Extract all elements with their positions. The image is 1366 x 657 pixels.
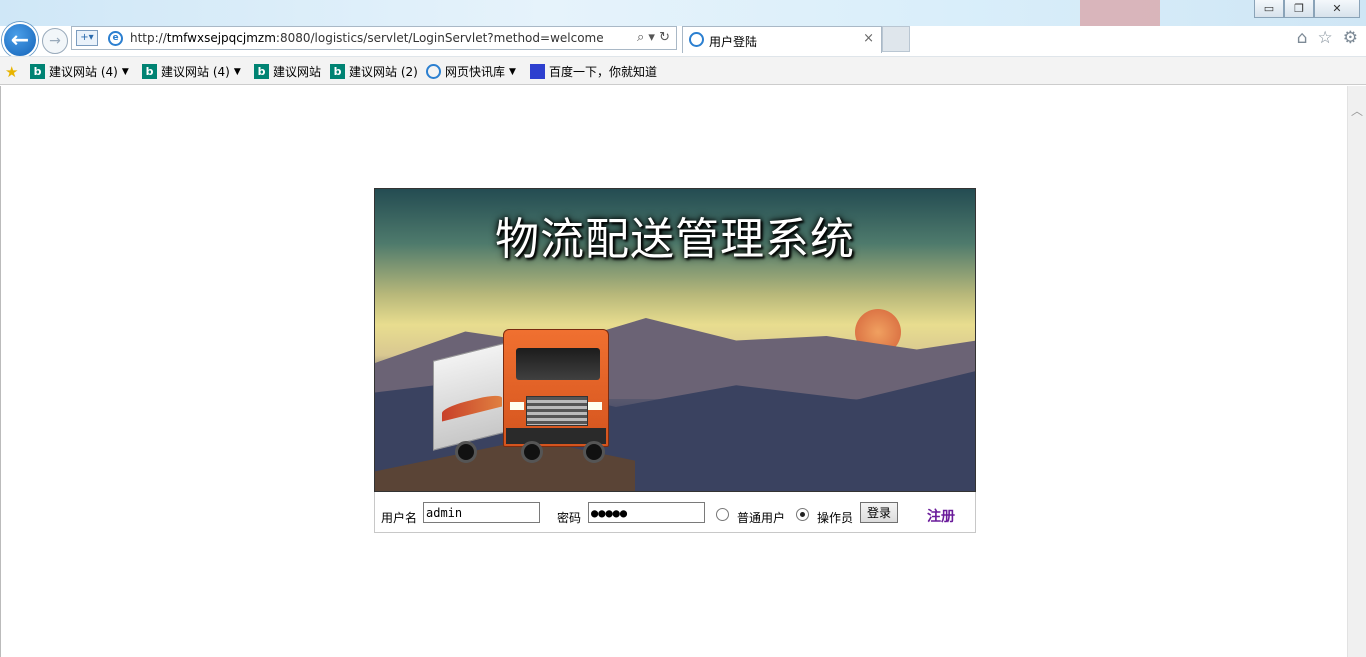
chevron-down-icon[interactable]: ▼ bbox=[122, 67, 129, 77]
banner-title: 物流配送管理系统 bbox=[495, 214, 855, 265]
vertical-scrollbar[interactable]: ︿ bbox=[1347, 86, 1366, 657]
new-tab-button[interactable] bbox=[882, 26, 910, 52]
favorite-item[interactable]: b 建议网站 (2) bbox=[330, 63, 418, 80]
favorite-item[interactable]: 网页快讯库 ▼ bbox=[426, 63, 516, 80]
chevron-down-icon[interactable]: ▾ bbox=[648, 30, 655, 45]
favorite-label: 网页快讯库 bbox=[445, 65, 506, 79]
login-form: 用户名 密码 普通用户 操作员 登录 注册 bbox=[374, 492, 976, 533]
password-label: 密码 bbox=[557, 511, 582, 525]
favorite-label: 建议网站 (2) bbox=[349, 65, 418, 79]
close-tab-icon[interactable]: × bbox=[863, 31, 874, 46]
minimize-button[interactable]: ▭ bbox=[1254, 0, 1284, 18]
back-button[interactable]: ← bbox=[2, 22, 38, 58]
forward-button[interactable]: → bbox=[42, 28, 68, 54]
arrow-left-icon: ← bbox=[10, 27, 30, 53]
bing-icon: b bbox=[30, 64, 45, 79]
tab-label: 用户登陆 bbox=[709, 35, 758, 49]
tab-login[interactable]: 用户登陆 × bbox=[682, 26, 882, 53]
username-label: 用户名 bbox=[381, 511, 418, 525]
role-operator-radio[interactable] bbox=[796, 508, 809, 521]
truck-grille bbox=[526, 396, 588, 426]
home-icon[interactable]: ⌂ bbox=[1297, 28, 1308, 48]
toolbar-icons: ⌂ ☆ ⚙ bbox=[1297, 28, 1358, 48]
bing-icon: b bbox=[330, 64, 345, 79]
url-prefix: http:// bbox=[130, 31, 167, 45]
login-banner: 物流配送管理系统 bbox=[374, 188, 976, 492]
favorite-item[interactable]: b 建议网站 bbox=[254, 63, 321, 80]
baidu-icon bbox=[530, 64, 545, 79]
url-text[interactable]: http://tmfwxsejpqcjmzm:8080/logistics/se… bbox=[130, 31, 604, 45]
truck-image bbox=[433, 329, 613, 469]
password-input[interactable] bbox=[588, 502, 705, 523]
favorites-bar: ★ b 建议网站 (4) ▼ b 建议网站 (4) ▼ b 建议网站 b 建议网… bbox=[0, 56, 1366, 85]
bing-icon: b bbox=[142, 64, 157, 79]
scroll-up-icon[interactable]: ︿ bbox=[1351, 102, 1363, 119]
search-icon[interactable]: ⌕ bbox=[637, 30, 644, 45]
role-operator-label: 操作员 bbox=[817, 511, 854, 525]
favorite-item[interactable]: 百度一下，你就知道 bbox=[530, 63, 657, 80]
register-link[interactable]: 注册 bbox=[927, 506, 955, 526]
address-bar[interactable]: +▾ e http://tmfwxsejpqcjmzm:8080/logisti… bbox=[71, 26, 677, 50]
login-button[interactable]: 登录 bbox=[860, 502, 898, 523]
truck-trailer bbox=[433, 341, 511, 451]
role-normal-label: 普通用户 bbox=[737, 511, 786, 525]
url-path: :8080/logistics/servlet/LoginServlet?met… bbox=[275, 31, 604, 45]
chevron-down-icon[interactable]: ▼ bbox=[509, 67, 516, 77]
favorite-item[interactable]: b 建议网站 (4) ▼ bbox=[30, 63, 129, 80]
truck-wheel bbox=[521, 441, 543, 463]
favorites-star-icon[interactable]: ★ bbox=[5, 63, 18, 81]
username-input[interactable] bbox=[423, 502, 540, 523]
restore-button[interactable]: ❐ bbox=[1284, 0, 1314, 18]
favorite-label: 百度一下，你就知道 bbox=[549, 65, 658, 79]
truck-windshield bbox=[516, 348, 600, 380]
trailer-stripe bbox=[442, 392, 502, 422]
truck-cab bbox=[503, 329, 609, 447]
truck-headlight bbox=[588, 402, 602, 410]
ie-icon bbox=[426, 64, 441, 79]
favorite-label: 建议网站 bbox=[273, 65, 322, 79]
truck-wheel bbox=[583, 441, 605, 463]
favorite-label: 建议网站 (4) bbox=[49, 65, 118, 79]
add-site-icon[interactable]: +▾ bbox=[76, 30, 98, 46]
truck-wheel bbox=[455, 441, 477, 463]
bing-icon: b bbox=[254, 64, 269, 79]
star-icon[interactable]: ☆ bbox=[1318, 28, 1333, 48]
refresh-icon[interactable]: ↻ bbox=[659, 30, 670, 45]
url-host: tmfwxsejpqcjmzm bbox=[166, 31, 276, 45]
gear-icon[interactable]: ⚙ bbox=[1343, 28, 1358, 48]
window-controls: ▭ ❐ ✕ bbox=[1254, 0, 1360, 18]
arrow-right-icon: → bbox=[49, 33, 61, 49]
favorite-label: 建议网站 (4) bbox=[161, 65, 230, 79]
favorite-item[interactable]: b 建议网站 (4) ▼ bbox=[142, 63, 241, 80]
address-tools: ⌕ ▾ ↻ bbox=[637, 30, 670, 45]
navigation-bar: ← → +▾ e http://tmfwxsejpqcjmzm:8080/log… bbox=[0, 22, 1366, 58]
ie-tab-icon bbox=[689, 32, 704, 47]
truck-headlight bbox=[510, 402, 524, 410]
role-normal-radio[interactable] bbox=[716, 508, 729, 521]
ie-page-icon: e bbox=[108, 31, 123, 46]
close-window-button[interactable]: ✕ bbox=[1314, 0, 1360, 18]
chevron-down-icon[interactable]: ▼ bbox=[234, 67, 241, 77]
